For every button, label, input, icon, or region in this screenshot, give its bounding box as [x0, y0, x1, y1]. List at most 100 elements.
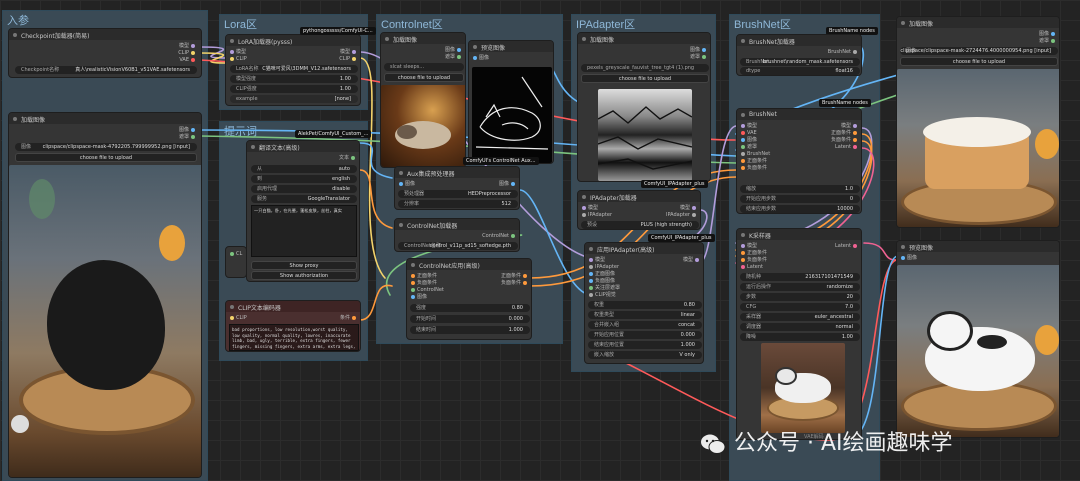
port-dot-icon[interactable] — [191, 57, 195, 62]
port-dot-icon[interactable] — [589, 285, 593, 290]
port-dot-icon[interactable] — [411, 273, 415, 278]
port-dot-icon[interactable] — [230, 251, 234, 256]
port-dot-icon[interactable] — [411, 294, 415, 299]
port-dot-icon[interactable] — [853, 49, 857, 54]
upload-button[interactable]: choose file to upload — [900, 57, 1058, 66]
load-image-node[interactable]: 加载图像 图像 遮罩 图像 clipspace/clipspace-mask-47… — [8, 112, 202, 478]
end-step-widget[interactable]: 结束应用步数 10000 — [740, 205, 860, 213]
start-at-widget[interactable]: 开始应用位置 0.000 — [588, 331, 702, 339]
port-dot-icon[interactable] — [741, 243, 745, 248]
image-select-widget[interactable]: 图像 clipspace/clipspace-mask-2724476.40000… — [900, 47, 1058, 55]
port-dot-icon[interactable] — [411, 287, 415, 292]
port-dot-icon[interactable] — [352, 315, 356, 320]
weight-widget[interactable]: 权重 0.80 — [588, 301, 702, 309]
translate-text-node[interactable]: 翻译文本(高级) 文本 从 auto 到 english 启用代理 disable 服… — [246, 140, 360, 282]
port-dot-icon[interactable] — [589, 257, 593, 262]
service-widget[interactable]: 服务 GoogleTranslator — [251, 195, 357, 203]
port-dot-icon[interactable] — [695, 257, 699, 262]
port-dot-icon[interactable] — [741, 264, 745, 269]
aux-preprocessor-node[interactable]: Aux集成预处理器 图像 图像 预处理器 HEDPreprocessor 分辨率 5… — [394, 166, 520, 210]
brushnet-model-widget[interactable]: BrushNet brushnet\random_mask.safetensors — [740, 58, 860, 66]
upload-button[interactable]: choose file to upload — [15, 153, 197, 162]
port-dot-icon[interactable] — [741, 151, 745, 156]
end-at-widget[interactable]: 结束应用位置 1.000 — [588, 341, 702, 349]
start-step-widget[interactable]: 开始应用步数 0 — [740, 195, 860, 203]
prompt-textarea[interactable]: 一只白猫，卧，在光晕，蓬松皮肤，丝柱，真实 — [251, 205, 357, 257]
controlnet-loader-node[interactable]: ControlNet加载器 ControlNet ControlNet名称 con… — [394, 218, 520, 252]
brushnet-node[interactable]: BrushNet 模型 VAE 图像 遮罩 BrushNet 正面条件 负面条件… — [736, 108, 862, 214]
port-dot-icon[interactable] — [191, 127, 195, 132]
port-dot-icon[interactable] — [853, 137, 857, 142]
steps-widget[interactable]: 步数 20 — [740, 293, 860, 301]
port-dot-icon[interactable] — [741, 130, 745, 135]
lora-loader-node[interactable]: LoRA加载器(pysss) 模型 CLIP 模型 CLIP LoRA名称 C猫咪… — [225, 34, 361, 106]
strength-widget[interactable]: 强度 0.80 — [410, 304, 530, 312]
controlnet-preview-node[interactable]: 预览图像 图像 — [468, 40, 554, 164]
port-dot-icon[interactable] — [230, 56, 234, 61]
proxy-widget[interactable]: 启用代理 disable — [251, 185, 357, 193]
ipadapter-load-image-node[interactable]: 加载图像 图像 遮罩 pexels_greyscale_fauvist_tree… — [577, 32, 711, 182]
start-percent-widget[interactable]: 开始时间 0.000 — [410, 315, 530, 323]
controlnet-name-widget[interactable]: ControlNet名称 control_v11p_sd15_softedge.p… — [398, 242, 518, 250]
port-dot-icon[interactable] — [511, 233, 515, 238]
scheduler-widget[interactable]: 调度器 normal — [740, 323, 860, 331]
from-lang-widget[interactable]: 从 auto — [251, 165, 357, 173]
port-dot-icon[interactable] — [191, 134, 195, 139]
show-proxy-button[interactable]: Show proxy — [251, 261, 357, 270]
controlnet-apply-node[interactable]: ControlNet应用(高级) 正面条件 负面条件 ControlNet 图像… — [406, 258, 532, 340]
port-dot-icon[interactable] — [702, 47, 706, 52]
clip-text-encode-positive-node[interactable]: CL — [225, 246, 247, 278]
port-dot-icon[interactable] — [589, 264, 593, 269]
show-authorization-button[interactable]: Show authorization — [251, 271, 357, 280]
embeds-scaling-widget[interactable]: 嵌入缩放 V only — [588, 351, 702, 359]
model-strength-widget[interactable]: 模型强度 1.00 — [230, 75, 358, 83]
port-dot-icon[interactable] — [901, 255, 905, 260]
port-dot-icon[interactable] — [702, 54, 706, 59]
port-dot-icon[interactable] — [457, 47, 461, 52]
upload-button[interactable]: choose file to upload — [581, 74, 709, 83]
port-dot-icon[interactable] — [230, 315, 234, 320]
checkpoint-loader-node[interactable]: Checkpoint加载器(简易) 模型 CLIP VAE Checkpoint… — [8, 28, 202, 78]
port-dot-icon[interactable] — [741, 250, 745, 255]
resolution-widget[interactable]: 分辨率 512 — [398, 200, 518, 208]
controlnet-load-image-node[interactable]: 加载图像 图像 遮罩 slcat sleeps... choose file t… — [380, 32, 466, 168]
port-dot-icon[interactable] — [523, 280, 527, 285]
combine-embeds-widget[interactable]: 合并嵌入组 concat — [588, 321, 702, 329]
port-dot-icon[interactable] — [473, 55, 477, 60]
cn-image-widget[interactable]: slcat sleeps... — [384, 63, 464, 71]
output-load-image-node[interactable]: 加载图像 图像 遮罩 图像 clipspace/clipspace-mask-27… — [896, 16, 1060, 228]
port-dot-icon[interactable] — [741, 123, 745, 128]
port-dot-icon[interactable] — [191, 50, 195, 55]
image-select-widget[interactable]: 图像 clipspace/clipspace-mask-4792205.79999… — [15, 143, 197, 151]
port-dot-icon[interactable] — [692, 212, 696, 217]
ipadapter-loader-node[interactable]: IPAdapter加载器 模型 IPAdapter 模型 IPAdapter 预… — [577, 190, 701, 230]
node-graph-canvas[interactable]: 入参 Lora区 提示词 Controlnet区 IPAdapter区 Brus… — [0, 0, 1080, 481]
clip-text-encode-negative-node[interactable]: CLIP文本编码器 CLIP 条件 bad proportions, low r… — [225, 300, 361, 352]
port-dot-icon[interactable] — [399, 181, 403, 186]
lora-name-widget[interactable]: LoRA名称 C猫咪可爱风\3DMM_V12.safetensors — [230, 65, 358, 73]
denoise-widget[interactable]: 降噪 1.00 — [740, 333, 860, 341]
control-after-generate-widget[interactable]: 运行后操作 randomize — [740, 283, 860, 291]
port-dot-icon[interactable] — [741, 165, 745, 170]
port-dot-icon[interactable] — [589, 292, 593, 297]
port-dot-icon[interactable] — [741, 144, 745, 149]
upload-button[interactable]: choose file to upload — [384, 73, 464, 82]
port-dot-icon[interactable] — [191, 43, 195, 48]
port-dot-icon[interactable] — [853, 144, 857, 149]
preprocessor-widget[interactable]: 预处理器 HEDPreprocessor — [398, 190, 518, 198]
brushnet-loader-node[interactable]: BrushNet加载器 BrushNet BrushNet brushnet\ra… — [736, 34, 862, 76]
port-dot-icon[interactable] — [741, 137, 745, 142]
port-dot-icon[interactable] — [589, 271, 593, 276]
ipa-image-widget[interactable]: pexels_greyscale_fauvist_tree_tgt4 (1).p… — [581, 64, 709, 72]
clip-strength-widget[interactable]: CLIP强度 1.00 — [230, 85, 358, 93]
example-widget[interactable]: example [none] — [230, 95, 358, 103]
port-dot-icon[interactable] — [582, 205, 586, 210]
port-dot-icon[interactable] — [230, 49, 234, 54]
weight-type-widget[interactable]: 权重类型 linear — [588, 311, 702, 319]
port-dot-icon[interactable] — [411, 280, 415, 285]
port-dot-icon[interactable] — [853, 130, 857, 135]
preset-widget[interactable]: 预设 PLUS (high strength) — [581, 221, 699, 229]
negative-prompt-textarea[interactable]: bad proportions, low resolution,worst qu… — [229, 324, 359, 351]
cfg-widget[interactable]: CFG 7.0 — [740, 303, 860, 311]
dtype-widget[interactable]: dtype float16 — [740, 67, 860, 75]
